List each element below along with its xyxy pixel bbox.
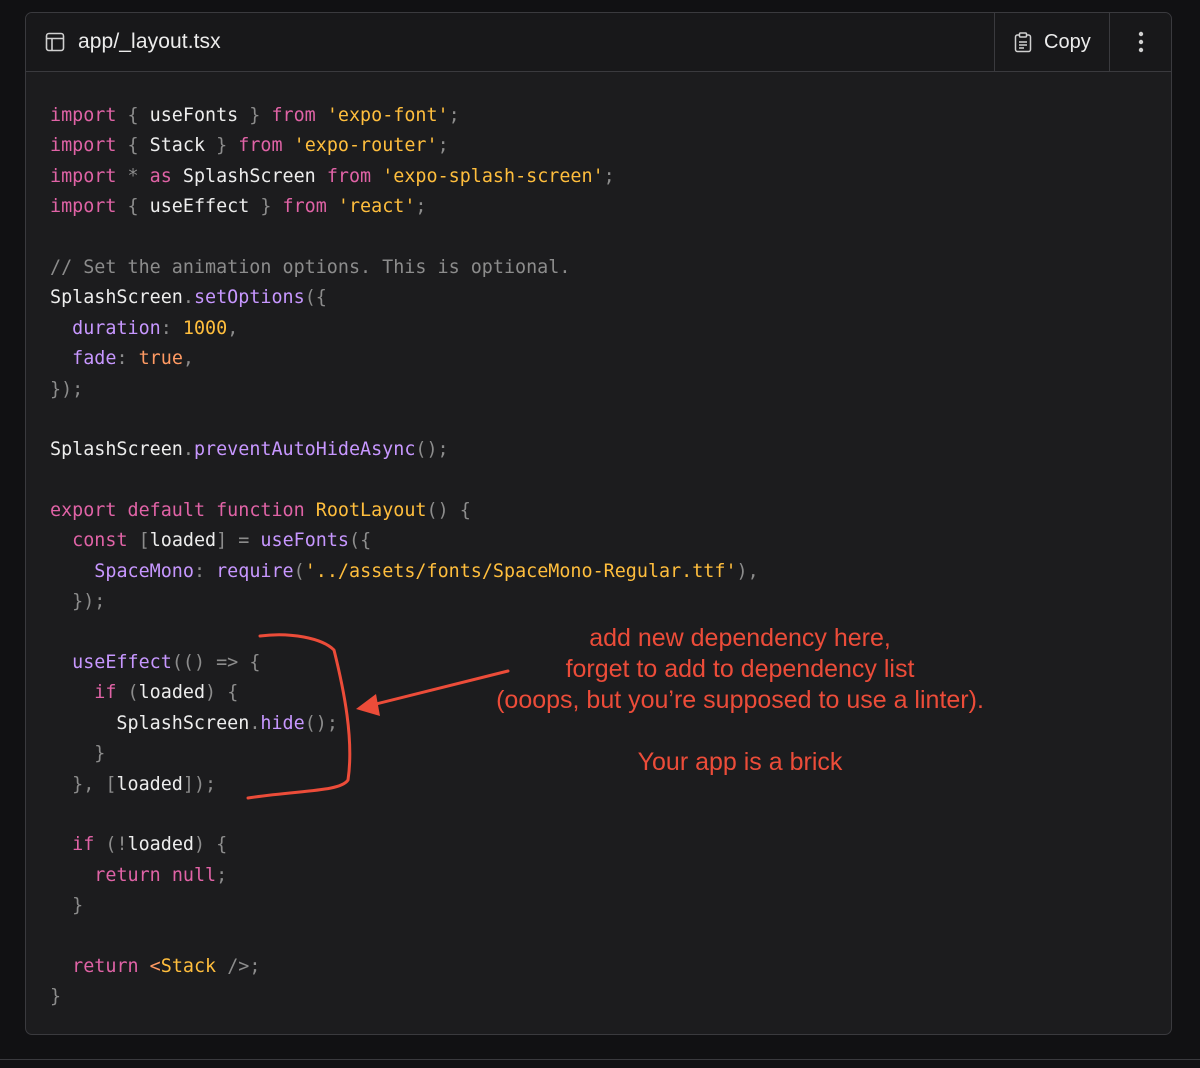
annotation-text-line-4: Your app is a brick xyxy=(637,748,843,776)
bottom-divider xyxy=(0,1059,1200,1060)
annotation-text-line-3: (ooops, but you’re supposed to use a lin… xyxy=(496,686,984,714)
annotation-text-line-1: add new dependency here, xyxy=(589,624,891,652)
annotation-markup xyxy=(246,633,510,800)
annotation-bracket xyxy=(246,633,352,800)
annotation-arrowhead xyxy=(356,694,380,716)
annotation-text-line-2: forget to add to dependency list xyxy=(565,655,915,683)
